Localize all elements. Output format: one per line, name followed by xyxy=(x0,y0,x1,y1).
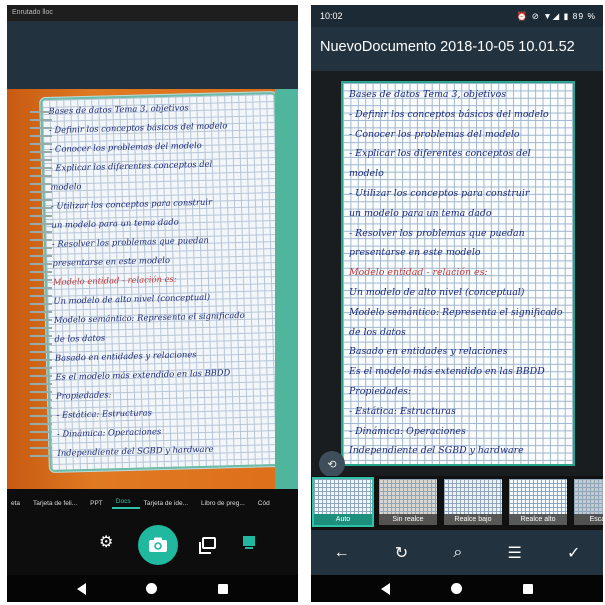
filter-thumbnail[interactable]: Realce bajo xyxy=(444,479,502,525)
handwritten-line: Propiedades: xyxy=(349,386,412,397)
handwritten-line: - Dinámica: Operaciones xyxy=(349,425,466,437)
handwritten-line: - Explicar los diferentes conceptos del xyxy=(49,158,213,173)
nav-recents-icon[interactable] xyxy=(522,583,533,594)
camera-controls: ⚙ xyxy=(7,517,298,575)
gallery-icon[interactable] xyxy=(199,537,216,554)
status-bar: Enrutado lloc xyxy=(7,5,298,21)
editor-screen: 10:02 ⏰ ⊘ ▼◢ ▮ 89 % NuevoDocumento 2018-… xyxy=(311,5,603,602)
handwritten-line: modelo xyxy=(349,168,384,180)
handwritten-line: - Explicar los diferentes conceptos del xyxy=(349,148,531,160)
filter-label: Realce alto xyxy=(509,514,567,525)
rotate-icon[interactable]: ↻ xyxy=(395,543,408,563)
mode-tab[interactable]: Libro de preg... xyxy=(197,500,254,507)
filter-preview xyxy=(379,479,437,515)
shutter-button[interactable] xyxy=(138,525,178,565)
filter-preview xyxy=(314,479,372,515)
handwritten-line: Un modelo de alto nivel (conceptual) xyxy=(53,291,211,306)
handwritten-line: Bases de datos Tema 3, objetivos xyxy=(48,102,189,116)
handwritten-line: presentarse en este modelo xyxy=(52,254,171,268)
filter-label: Realce bajo xyxy=(444,514,502,525)
filter-strip: Auto Sin realce Realce bajo Realce alto Esca… xyxy=(311,476,603,530)
edit-toolbar: ← ↻ ⌕ ☰ ✓ xyxy=(311,530,603,575)
crop-icon[interactable]: ⟲ xyxy=(319,451,345,477)
status-bar: 10:02 ⏰ ⊘ ▼◢ ▮ 89 % xyxy=(311,5,603,27)
camera-top-area xyxy=(7,21,298,89)
handwritten-line: - Definir los conceptos básicos del mode… xyxy=(48,120,228,135)
nav-home-icon[interactable] xyxy=(450,583,462,594)
filter-label: Sin realce xyxy=(379,514,437,525)
filter-label: Escala d xyxy=(574,514,603,525)
handwritten-line: Basado en entidades y relaciones xyxy=(349,346,508,358)
handwritten-line: Un modelo de alto nivel (conceptual) xyxy=(349,287,525,298)
handwritten-line: - Conocer los problemas del modelo xyxy=(349,128,520,140)
handwritten-line: - Resolver los problemas que puedan xyxy=(349,227,525,239)
mode-tab[interactable]: Cód xyxy=(254,500,279,507)
handwritten-line: presentarse en este modelo xyxy=(349,247,481,259)
handwritten-line: - Definir los conceptos básicos del mode… xyxy=(349,108,549,120)
camera-screen: Enrutado lloc Bases de datos Tema 3, obj… xyxy=(7,5,298,602)
nav-back-icon[interactable] xyxy=(381,582,391,595)
handwritten-line: - Dinámica: Operaciones xyxy=(56,426,162,439)
handwritten-line: Basado en entidades y relaciones xyxy=(54,349,197,363)
nav-bar xyxy=(311,575,603,602)
document-title[interactable]: NuevoDocumento 2018-10-05 10.01.52 xyxy=(311,27,603,71)
handwritten-line: Independiente del SGBD y hardware xyxy=(57,443,214,458)
filter-label: Auto xyxy=(314,514,372,525)
filter-preview xyxy=(509,479,567,515)
handwritten-line: Modelo semántico: Representa el signific… xyxy=(53,309,245,325)
handwritten-line: - Estática: Estructuras xyxy=(349,405,456,417)
document-icon[interactable] xyxy=(243,536,255,549)
handwritten-line: modelo xyxy=(50,181,82,192)
handwritten-line: un modelo para un tema dado xyxy=(51,216,179,230)
handwritten-line: Independiente del SGBD y hardware xyxy=(349,445,524,457)
nav-home-icon[interactable] xyxy=(146,583,158,594)
mode-tab[interactable]: eta xyxy=(7,500,29,507)
notebook-spiral xyxy=(30,107,52,457)
mode-tab[interactable]: Docs xyxy=(111,498,140,509)
status-time: 10:02 xyxy=(320,11,343,21)
handwritten-line: Es el modelo más extendido en las BBDD xyxy=(55,367,231,382)
handwritten-line: Bases de datos Tema 3, objetivos xyxy=(349,89,507,100)
handwritten-line: Modelo entidad - relación es: xyxy=(349,267,488,279)
mode-strip: eta Tarjeta de feli... PPT Docs Tarjeta de i… xyxy=(7,489,298,517)
carrier-text: Enrutado lloc xyxy=(12,9,53,16)
handwritten-line: Es el modelo más extendido en las BBDD xyxy=(349,366,545,378)
handwritten-line: de los datos xyxy=(349,326,406,338)
handwritten-line: - Utilizar los conceptos para construir xyxy=(349,188,530,199)
handwritten-line: un modelo para un tema dado xyxy=(349,207,492,219)
notebook-page: Bases de datos Tema 3, objetivos - Defini… xyxy=(42,94,284,470)
mode-tab[interactable]: Tarjeta de ide... xyxy=(140,500,197,507)
handwritten-line: de los datos xyxy=(54,332,106,344)
mode-tab[interactable]: PPT xyxy=(86,500,112,507)
notebook-cover xyxy=(275,89,298,489)
filter-preview xyxy=(444,479,502,515)
back-arrow-icon[interactable]: ← xyxy=(334,544,350,562)
nav-bar xyxy=(7,575,298,602)
handwritten-line: Modelo semántico: Representa el signific… xyxy=(349,306,563,318)
camera-viewfinder[interactable]: Bases de datos Tema 3, objetivos - Defini… xyxy=(7,89,298,489)
nav-back-icon[interactable] xyxy=(77,582,87,595)
confirm-check-icon[interactable]: ✓ xyxy=(567,543,580,563)
camera-icon xyxy=(149,537,167,552)
filter-preview xyxy=(574,479,603,515)
handwritten-line: - Utilizar los conceptos para construir xyxy=(50,196,213,211)
adjust-icon[interactable]: ☰ xyxy=(507,543,521,563)
nav-recents-icon[interactable] xyxy=(217,583,228,594)
filter-thumbnail[interactable]: Realce alto xyxy=(509,479,567,525)
mode-tab[interactable]: Tarjeta de feli... xyxy=(29,500,86,507)
handwritten-line: Modelo entidad - relación es: xyxy=(52,273,177,287)
filter-thumbnail[interactable]: Escala d xyxy=(574,479,603,525)
handwritten-line: Propiedades: xyxy=(55,389,112,401)
handwritten-line: - Estática: Estructuras xyxy=(56,407,152,420)
status-icons: ⏰ ⊘ ▼◢ ▮ 89 % xyxy=(516,10,596,21)
handwritten-line: - Conocer los problemas del modelo xyxy=(49,139,202,154)
ocr-icon[interactable]: ⌕ xyxy=(453,544,462,562)
filter-thumbnail[interactable]: Sin realce xyxy=(379,479,437,525)
scanned-page[interactable]: Bases de datos Tema 3, objetivos - Defini… xyxy=(341,81,575,466)
filter-thumbnail[interactable]: Auto xyxy=(312,477,374,527)
gear-icon[interactable]: ⚙ xyxy=(99,535,113,551)
handwritten-line: - Resolver los problemas que puedan xyxy=(51,234,209,249)
